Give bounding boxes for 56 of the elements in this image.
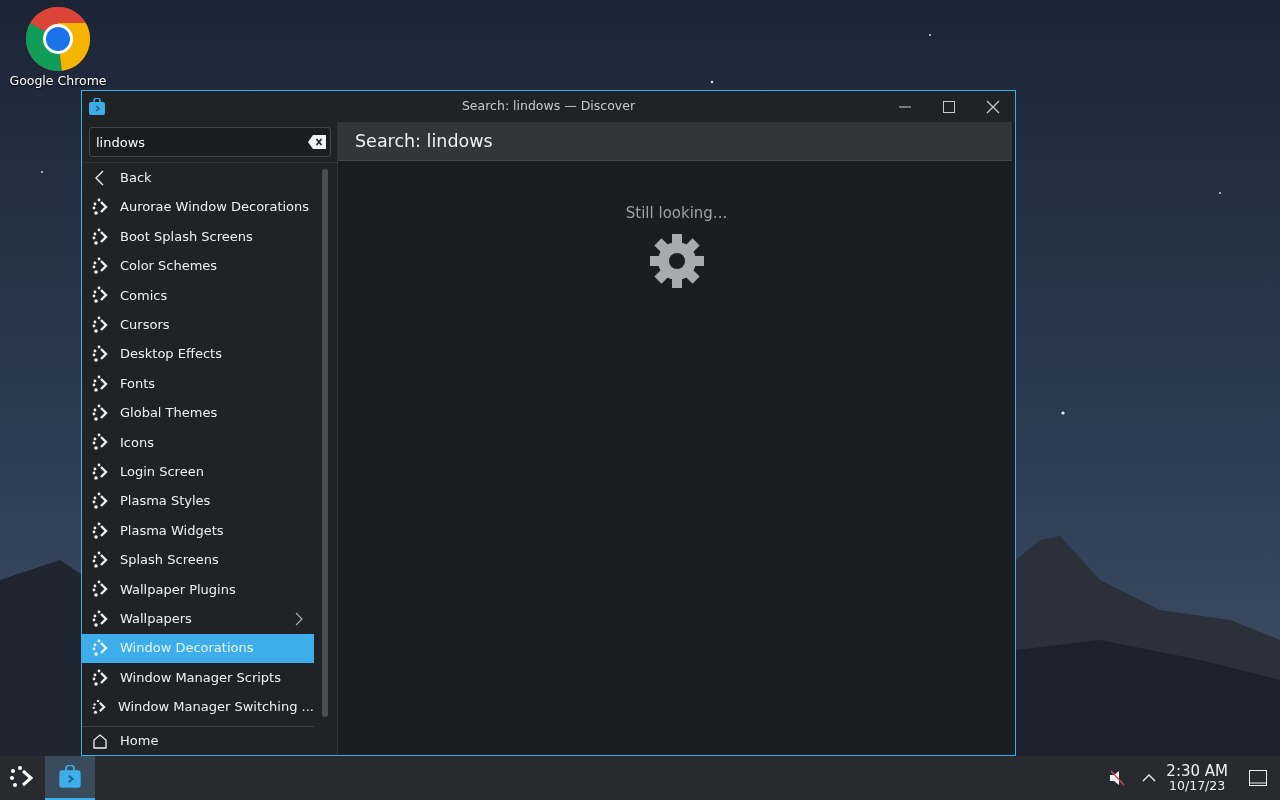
category-icon	[92, 374, 108, 393]
sidebar-item[interactable]: Login Screen	[82, 457, 314, 487]
sidebar-item[interactable]: Plasma Widgets	[82, 515, 314, 546]
category-icon	[92, 492, 108, 511]
sidebar-item[interactable]: Wallpapers	[82, 604, 314, 634]
category-icon	[92, 315, 108, 334]
sidebar-item[interactable]: Aurorae Window Decorations	[82, 192, 314, 222]
sidebar-item[interactable]: Boot Splash Screens	[82, 221, 314, 252]
category-icon	[92, 256, 108, 275]
status-text: Still looking...	[624, 203, 729, 224]
maximize-icon[interactable]	[942, 99, 956, 114]
page-heading: Search: lindows	[338, 122, 1012, 161]
scrollbar-thumb[interactable]	[322, 169, 328, 717]
sidebar-item[interactable]: Cursors	[82, 310, 314, 340]
gear-icon	[648, 232, 705, 289]
home-button[interactable]: Home	[82, 725, 314, 755]
category-icon	[92, 698, 106, 716]
category-icon	[92, 639, 108, 658]
sidebar-item[interactable]: Plasma Styles	[82, 486, 314, 516]
search-field[interactable]: lindows	[89, 127, 331, 157]
muted-speaker-icon[interactable]	[1108, 769, 1127, 787]
sidebar-item[interactable]: Wallpaper Plugins	[82, 574, 314, 605]
category-icon	[92, 609, 108, 628]
category-icon	[92, 580, 108, 599]
shopping-bag-icon	[88, 97, 106, 116]
clock-time[interactable]: 2:30 AM	[1166, 763, 1228, 780]
sidebar-item[interactable]: Comics	[82, 280, 314, 311]
category-icon	[92, 198, 108, 217]
category-icon	[92, 668, 108, 687]
shopping-bag-icon	[58, 765, 82, 789]
category-icon	[92, 227, 108, 246]
browser-icon[interactable]	[25, 6, 91, 72]
sidebar-item[interactable]: Color Schemes	[82, 251, 314, 281]
category-icon	[92, 345, 108, 364]
home-icon	[92, 732, 108, 749]
clock-date[interactable]: 10/17/23	[1169, 779, 1226, 793]
sidebar-item[interactable]: Splash Screens	[82, 545, 314, 575]
sidebar-item[interactable]: Fonts	[82, 368, 314, 399]
sidebar-item[interactable]: Desktop Effects	[82, 339, 314, 369]
close-icon[interactable]	[986, 99, 1000, 114]
back-button[interactable]: Back	[82, 163, 314, 193]
taskbar-app-button[interactable]	[45, 756, 95, 800]
sidebar-item[interactable]: Window Manager Scripts	[82, 662, 314, 693]
clear-icon[interactable]	[308, 135, 326, 149]
sidebar-item[interactable]: Icons	[82, 427, 314, 458]
category-icon	[92, 462, 108, 481]
category-icon	[92, 551, 108, 569]
window-title: Search: lindows — Discover	[460, 97, 637, 116]
sidebar-item[interactable]: Global Themes	[82, 398, 314, 428]
category-icon	[92, 433, 108, 452]
category-icon	[92, 403, 108, 422]
sidebar-item[interactable]: Window Manager Switching ...	[82, 692, 314, 722]
category-icon	[92, 286, 108, 305]
desktop-icon-label[interactable]: Google Chrome	[9, 72, 107, 91]
chevron-up-icon[interactable]	[1142, 773, 1157, 783]
category-icon	[92, 521, 108, 540]
